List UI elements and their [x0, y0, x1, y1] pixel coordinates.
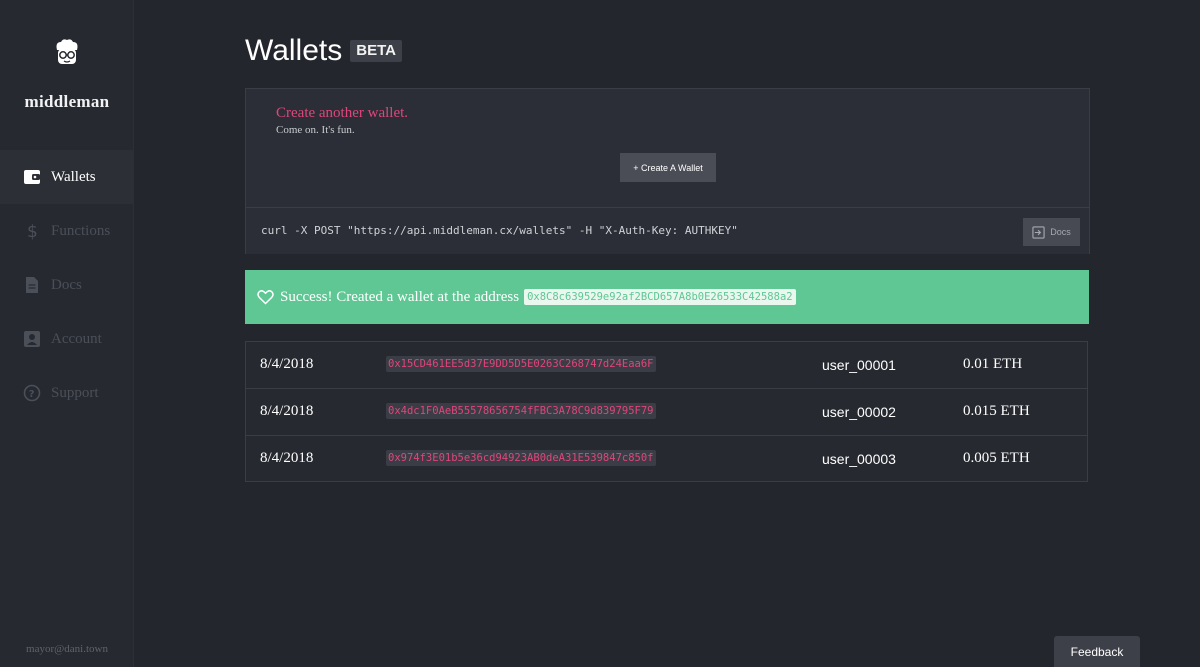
heart-icon — [257, 290, 274, 305]
wallet-address: 0x15CD461EE5d37E9DD5D5E0263C268747d24Eaa… — [386, 356, 656, 372]
sidebar-item-label: Wallets — [51, 168, 96, 185]
curl-command-bar: curl -X POST "https://api.middleman.cx/w… — [246, 207, 1089, 254]
docs-button[interactable]: Docs — [1023, 218, 1080, 246]
wallet-amount: 0.01 ETH — [963, 356, 1023, 372]
sidebar-item-support[interactable]: ? Support — [0, 366, 134, 420]
table-row: 8/4/2018 0x974f3E01b5e36cd94923AB0deA31E… — [246, 436, 1087, 483]
wallet-amount: 0.015 ETH — [963, 403, 1030, 419]
wallet-table: 8/4/2018 0x15CD461EE5d37E9DD5D5E0263C268… — [245, 341, 1088, 482]
svg-text:$: $ — [27, 222, 38, 240]
beta-badge: BETA — [350, 40, 402, 62]
wallet-icon — [23, 168, 41, 186]
success-message: Success! Created a wallet at the address — [280, 288, 520, 305]
sidebar-item-docs[interactable]: Docs — [0, 258, 134, 312]
create-wallet-card: Create another wallet. Come on. It's fun… — [245, 88, 1090, 254]
success-notification: Success! Created a wallet at the address… — [245, 270, 1089, 324]
sidebar-item-label: Support — [51, 384, 99, 401]
sidebar-item-label: Functions — [51, 222, 111, 239]
middleman-logo-icon — [56, 39, 78, 64]
svg-text:?: ? — [29, 389, 35, 400]
create-wallet-subtitle: Come on. It's fun. — [276, 124, 355, 136]
wallet-amount: 0.005 ETH — [963, 450, 1030, 466]
account-icon — [23, 330, 41, 348]
wallet-user: user_00001 — [822, 357, 896, 373]
sidebar-item-functions[interactable]: $ Functions — [0, 204, 134, 258]
sidebar-item-label: Docs — [51, 276, 82, 293]
docs-button-label: Docs — [1050, 227, 1071, 237]
create-wallet-button[interactable]: + Create A Wallet — [620, 153, 716, 182]
wallet-user: user_00002 — [822, 404, 896, 420]
table-row: 8/4/2018 0x15CD461EE5d37E9DD5D5E0263C268… — [246, 342, 1087, 389]
sidebar-item-label: Account — [51, 330, 102, 347]
curl-command: curl -X POST "https://api.middleman.cx/w… — [261, 224, 738, 237]
wallet-user: user_00003 — [822, 451, 896, 467]
success-address: 0x8C8c639529e92af2BCD657A8b0E26533C42588… — [524, 289, 796, 305]
sidebar-item-account[interactable]: Account — [0, 312, 134, 366]
help-icon: ? — [23, 384, 41, 402]
table-row: 8/4/2018 0x4dc1F0AeB55578656754fFBC3A78C… — [246, 389, 1087, 436]
wallet-date: 8/4/2018 — [260, 403, 314, 419]
sidebar: middleman Wallets $ Functions Docs Accou… — [0, 0, 134, 667]
wallet-address: 0x4dc1F0AeB55578656754fFBC3A78C9d839795F… — [386, 403, 656, 419]
sidebar-item-wallets[interactable]: Wallets — [0, 150, 134, 204]
page-title-text: Wallets — [245, 34, 343, 67]
dollar-icon: $ — [23, 222, 41, 240]
wallet-date: 8/4/2018 — [260, 356, 314, 372]
brand-name: middleman — [24, 92, 110, 111]
feedback-button[interactable]: Feedback — [1054, 636, 1140, 667]
wallet-address: 0x974f3E01b5e36cd94923AB0deA31E539847c85… — [386, 450, 656, 466]
wallet-date: 8/4/2018 — [260, 450, 314, 466]
create-wallet-title: Create another wallet. — [276, 105, 409, 121]
user-email: mayor@dani.town — [26, 643, 108, 655]
sign-in-icon — [1032, 225, 1045, 239]
document-icon — [23, 276, 41, 294]
page-title: Wallets BETA — [245, 34, 402, 68]
